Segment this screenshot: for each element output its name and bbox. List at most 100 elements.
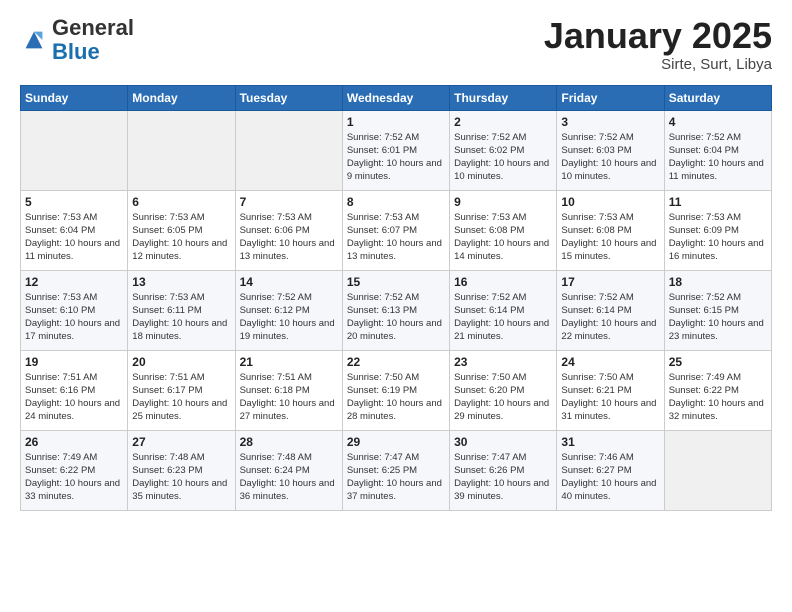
day-info: Sunrise: 7:53 AMSunset: 6:04 PMDaylight:… [25,211,123,264]
day-info: Sunrise: 7:48 AMSunset: 6:23 PMDaylight:… [132,451,230,504]
day-number: 4 [669,115,767,129]
day-info: Sunrise: 7:53 AMSunset: 6:08 PMDaylight:… [561,211,659,264]
day-number: 6 [132,195,230,209]
day-info: Sunrise: 7:46 AMSunset: 6:27 PMDaylight:… [561,451,659,504]
day-info: Sunrise: 7:52 AMSunset: 6:14 PMDaylight:… [561,291,659,344]
day-number: 9 [454,195,552,209]
calendar-week-row: 1 Sunrise: 7:52 AMSunset: 6:01 PMDaylight… [21,110,772,190]
calendar-cell: 24 Sunrise: 7:50 AMSunset: 6:21 PMDayligh… [557,350,664,430]
calendar-cell: 22 Sunrise: 7:50 AMSunset: 6:19 PMDayligh… [342,350,449,430]
day-number: 10 [561,195,659,209]
day-number: 28 [240,435,338,449]
day-info: Sunrise: 7:52 AMSunset: 6:12 PMDaylight:… [240,291,338,344]
calendar-cell: 7 Sunrise: 7:53 AMSunset: 6:06 PMDaylight… [235,190,342,270]
calendar-cell: 23 Sunrise: 7:50 AMSunset: 6:20 PMDayligh… [450,350,557,430]
day-info: Sunrise: 7:53 AMSunset: 6:09 PMDaylight:… [669,211,767,264]
weekday-header-cell: Saturday [664,85,771,110]
calendar-cell: 30 Sunrise: 7:47 AMSunset: 6:26 PMDayligh… [450,430,557,510]
day-number: 8 [347,195,445,209]
calendar-cell: 13 Sunrise: 7:53 AMSunset: 6:11 PMDayligh… [128,270,235,350]
calendar-cell: 14 Sunrise: 7:52 AMSunset: 6:12 PMDayligh… [235,270,342,350]
calendar-cell: 4 Sunrise: 7:52 AMSunset: 6:04 PMDaylight… [664,110,771,190]
calendar-cell: 11Sunrise: 7:53 AMSunset: 6:09 PMDayligh… [664,190,771,270]
calendar-cell [128,110,235,190]
weekday-header-cell: Friday [557,85,664,110]
calendar-week-row: 5 Sunrise: 7:53 AMSunset: 6:04 PMDaylight… [21,190,772,270]
day-number: 15 [347,275,445,289]
logo-text: General Blue [52,16,134,64]
calendar-cell: 17 Sunrise: 7:52 AMSunset: 6:14 PMDayligh… [557,270,664,350]
day-number: 14 [240,275,338,289]
weekday-header-row: SundayMondayTuesdayWednesdayThursdayFrid… [21,85,772,110]
calendar-cell: 6 Sunrise: 7:53 AMSunset: 6:05 PMDaylight… [128,190,235,270]
calendar-cell: 10 Sunrise: 7:53 AMSunset: 6:08 PMDayligh… [557,190,664,270]
day-info: Sunrise: 7:51 AMSunset: 6:16 PMDaylight:… [25,371,123,424]
day-number: 19 [25,355,123,369]
calendar-week-row: 26Sunrise: 7:49 AMSunset: 6:22 PMDayligh… [21,430,772,510]
page: General Blue January 2025 Sirte, Surt, L… [0,0,792,521]
day-info: Sunrise: 7:53 AMSunset: 6:06 PMDaylight:… [240,211,338,264]
calendar-cell [21,110,128,190]
day-info: Sunrise: 7:52 AMSunset: 6:13 PMDaylight:… [347,291,445,344]
calendar-cell: 19 Sunrise: 7:51 AMSunset: 6:16 PMDayligh… [21,350,128,430]
calendar-cell: 15 Sunrise: 7:52 AMSunset: 6:13 PMDayligh… [342,270,449,350]
calendar-cell: 20Sunrise: 7:51 AMSunset: 6:17 PMDayligh… [128,350,235,430]
day-info: Sunrise: 7:52 AMSunset: 6:02 PMDaylight:… [454,131,552,184]
logo-blue: Blue [52,39,100,64]
calendar-week-row: 19 Sunrise: 7:51 AMSunset: 6:16 PMDayligh… [21,350,772,430]
calendar-cell: 5 Sunrise: 7:53 AMSunset: 6:04 PMDaylight… [21,190,128,270]
calendar-title: January 2025 [544,16,772,56]
day-info: Sunrise: 7:53 AMSunset: 6:08 PMDaylight:… [454,211,552,264]
calendar-cell: 25Sunrise: 7:49 AMSunset: 6:22 PMDayligh… [664,350,771,430]
day-info: Sunrise: 7:47 AMSunset: 6:26 PMDaylight:… [454,451,552,504]
day-number: 18 [669,275,767,289]
day-number: 24 [561,355,659,369]
calendar-cell: 9 Sunrise: 7:53 AMSunset: 6:08 PMDaylight… [450,190,557,270]
day-info: Sunrise: 7:52 AMSunset: 6:01 PMDaylight:… [347,131,445,184]
day-info: Sunrise: 7:50 AMSunset: 6:21 PMDaylight:… [561,371,659,424]
day-info: Sunrise: 7:52 AMSunset: 6:04 PMDaylight:… [669,131,767,184]
day-info: Sunrise: 7:48 AMSunset: 6:24 PMDaylight:… [240,451,338,504]
day-info: Sunrise: 7:52 AMSunset: 6:15 PMDaylight:… [669,291,767,344]
day-info: Sunrise: 7:47 AMSunset: 6:25 PMDaylight:… [347,451,445,504]
weekday-header-cell: Wednesday [342,85,449,110]
day-number: 13 [132,275,230,289]
calendar-week-row: 12Sunrise: 7:53 AMSunset: 6:10 PMDayligh… [21,270,772,350]
day-number: 31 [561,435,659,449]
weekday-header-cell: Monday [128,85,235,110]
day-number: 29 [347,435,445,449]
calendar-cell: 21Sunrise: 7:51 AMSunset: 6:18 PMDayligh… [235,350,342,430]
calendar-subtitle: Sirte, Surt, Libya [544,56,772,73]
day-number: 23 [454,355,552,369]
day-number: 25 [669,355,767,369]
calendar-cell: 3Sunrise: 7:52 AMSunset: 6:03 PMDaylight… [557,110,664,190]
calendar-table: SundayMondayTuesdayWednesdayThursdayFrid… [20,85,772,511]
calendar-cell: 28 Sunrise: 7:48 AMSunset: 6:24 PMDayligh… [235,430,342,510]
day-number: 21 [240,355,338,369]
calendar-cell: 29 Sunrise: 7:47 AMSunset: 6:25 PMDayligh… [342,430,449,510]
day-number: 27 [132,435,230,449]
calendar-cell: 1 Sunrise: 7:52 AMSunset: 6:01 PMDaylight… [342,110,449,190]
header: General Blue January 2025 Sirte, Surt, L… [20,16,772,73]
weekday-header-cell: Sunday [21,85,128,110]
day-number: 17 [561,275,659,289]
day-info: Sunrise: 7:51 AMSunset: 6:17 PMDaylight:… [132,371,230,424]
day-info: Sunrise: 7:50 AMSunset: 6:19 PMDaylight:… [347,371,445,424]
calendar-cell: 18 Sunrise: 7:52 AMSunset: 6:15 PMDayligh… [664,270,771,350]
day-number: 5 [25,195,123,209]
day-number: 30 [454,435,552,449]
day-info: Sunrise: 7:53 AMSunset: 6:05 PMDaylight:… [132,211,230,264]
day-number: 26 [25,435,123,449]
day-number: 1 [347,115,445,129]
logo-general: General [52,15,134,40]
calendar-cell: 2Sunrise: 7:52 AMSunset: 6:02 PMDaylight… [450,110,557,190]
calendar-cell [235,110,342,190]
day-info: Sunrise: 7:53 AMSunset: 6:11 PMDaylight:… [132,291,230,344]
logo: General Blue [20,16,134,64]
day-number: 22 [347,355,445,369]
day-number: 7 [240,195,338,209]
day-info: Sunrise: 7:50 AMSunset: 6:20 PMDaylight:… [454,371,552,424]
calendar-cell: 16Sunrise: 7:52 AMSunset: 6:14 PMDayligh… [450,270,557,350]
day-number: 16 [454,275,552,289]
day-info: Sunrise: 7:52 AMSunset: 6:03 PMDaylight:… [561,131,659,184]
